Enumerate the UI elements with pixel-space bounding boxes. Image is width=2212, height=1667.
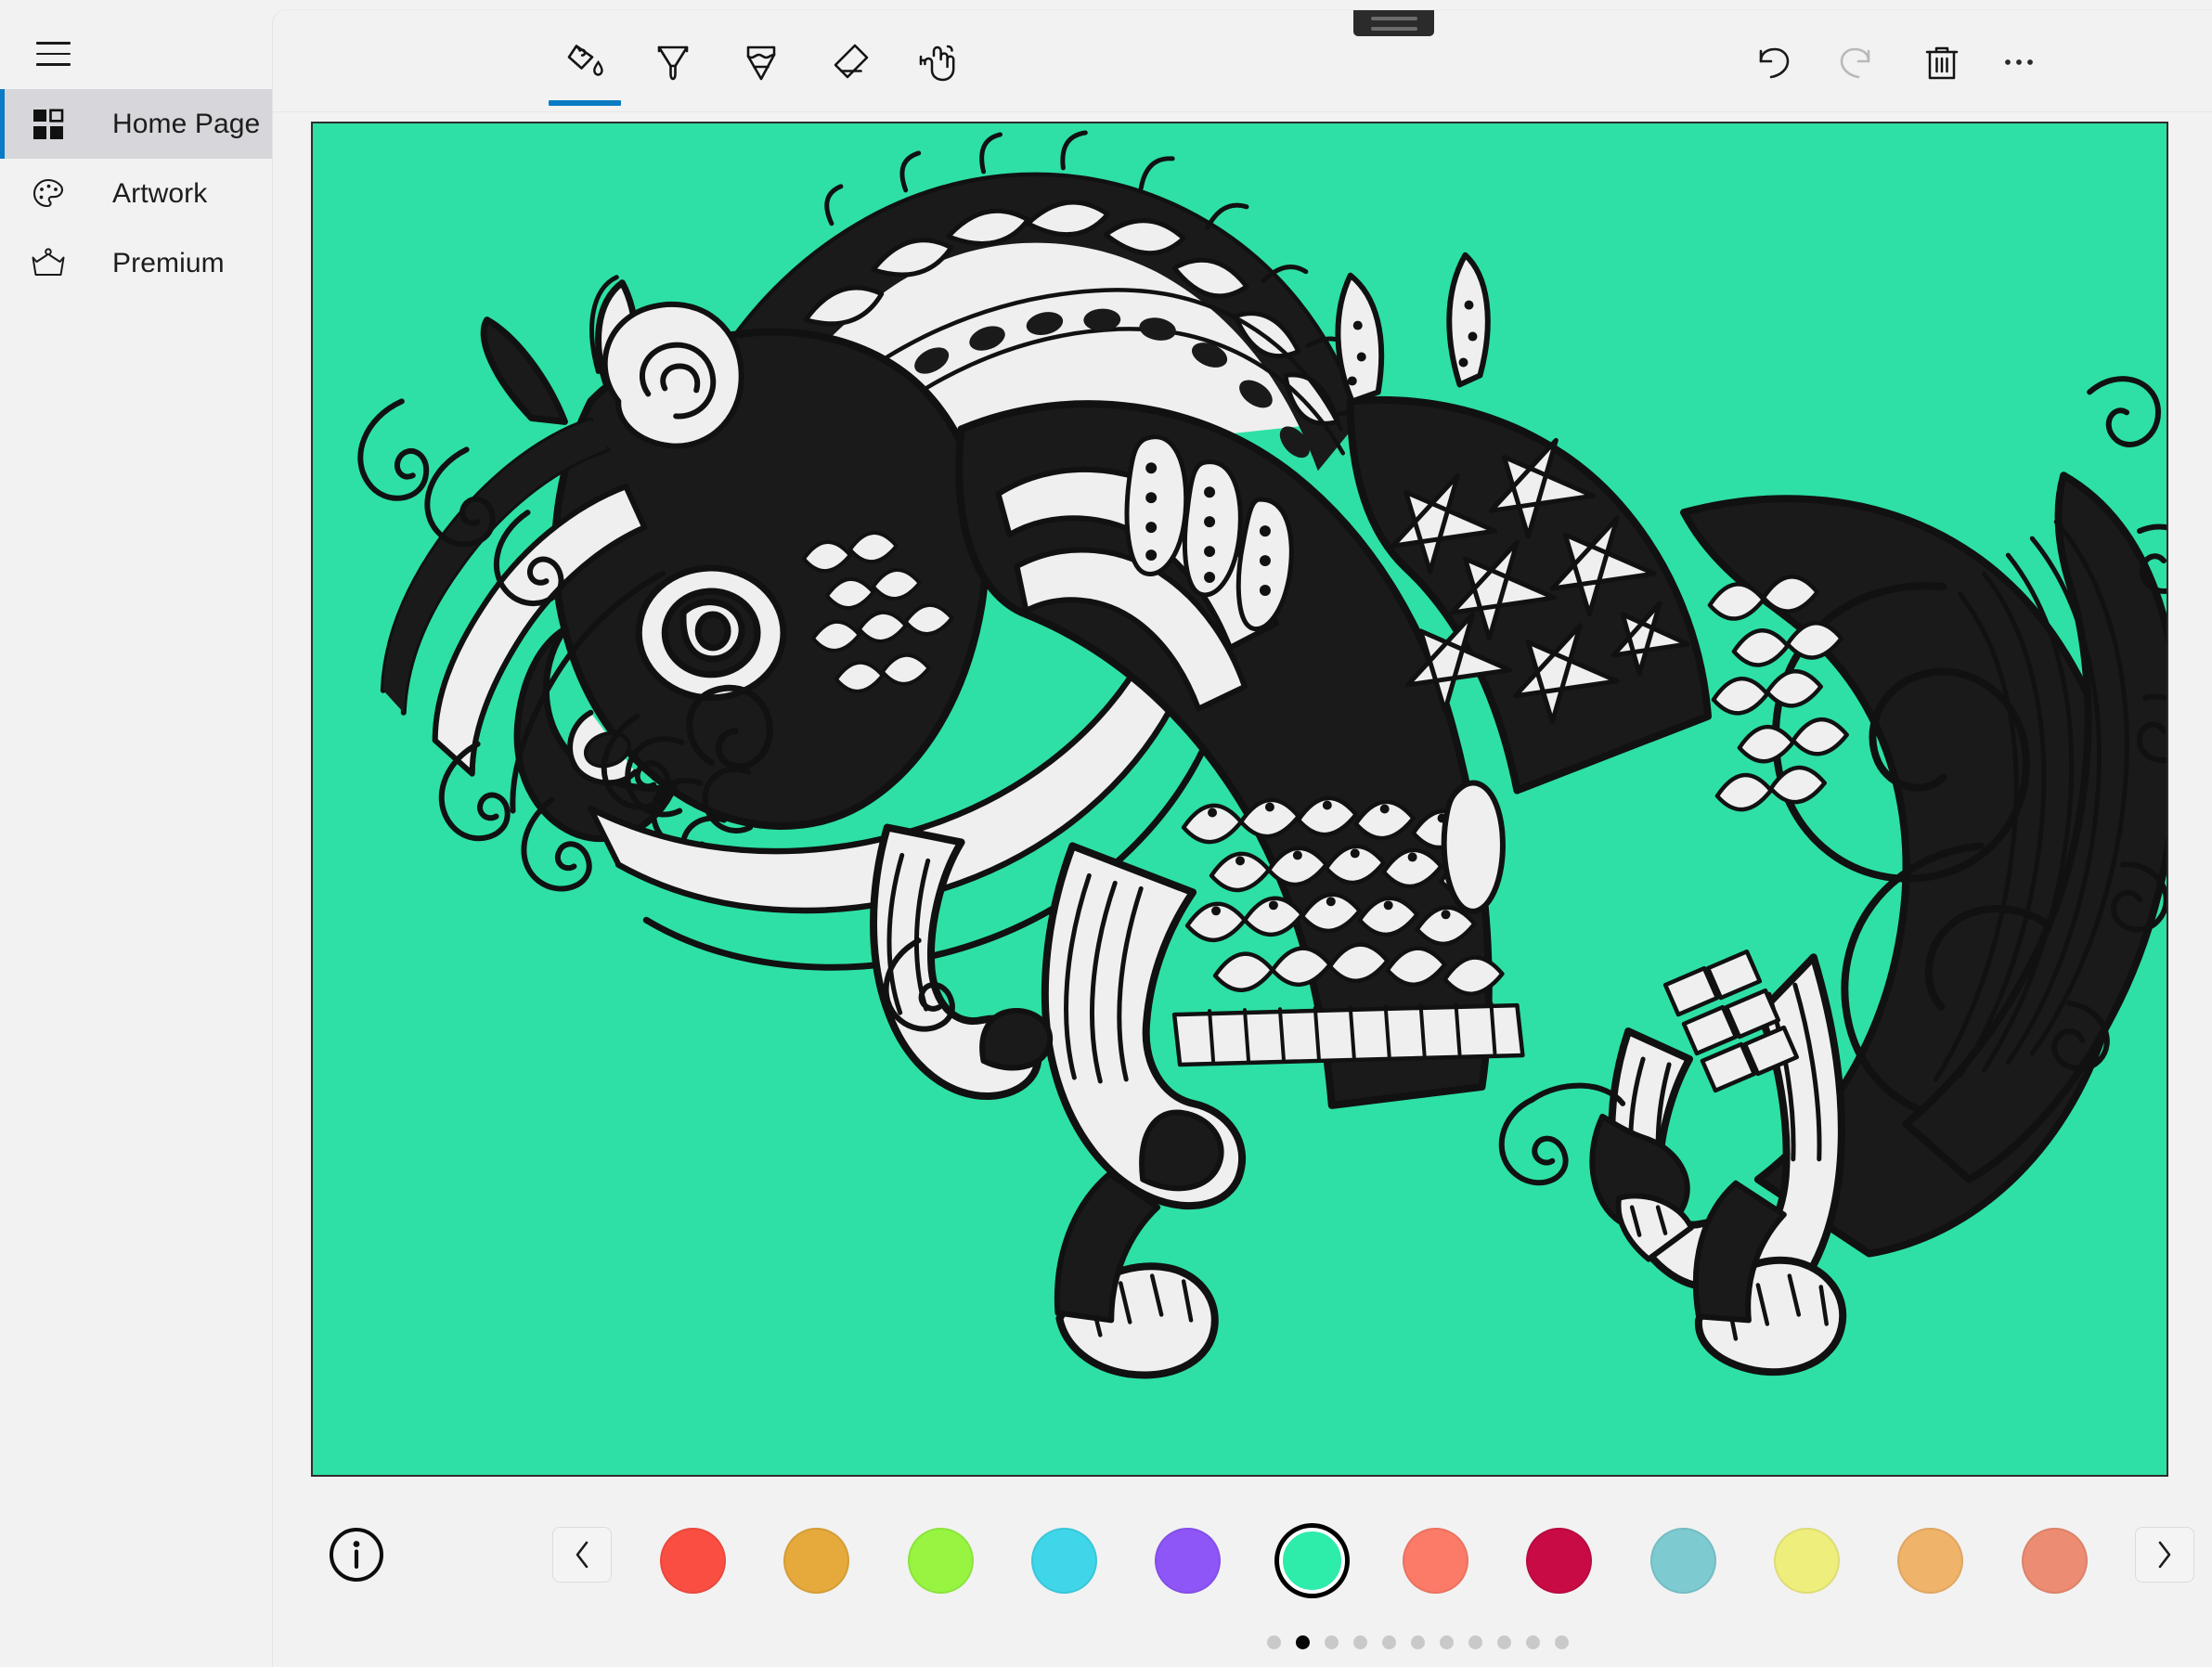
redo-button[interactable] <box>1823 29 1890 96</box>
swatch-circle[interactable] <box>783 1527 850 1594</box>
fill-bucket-tool[interactable] <box>549 29 621 106</box>
main-panel <box>272 9 2212 1667</box>
swatch-circle[interactable] <box>2021 1527 2088 1594</box>
pan-hand-tool[interactable] <box>904 29 971 96</box>
delete-button[interactable] <box>1908 29 1975 96</box>
info-circle-icon[interactable] <box>325 1523 388 1586</box>
color-swatch-spring-green[interactable] <box>1250 1514 1374 1607</box>
artwork-horse <box>313 123 2167 1475</box>
color-swatch-amber[interactable] <box>755 1514 878 1607</box>
pencil-tool[interactable] <box>728 29 795 96</box>
sidebar-item-home-page[interactable]: Home Page <box>0 89 272 159</box>
swatch-circle[interactable] <box>1774 1527 1841 1594</box>
swatch-circle[interactable] <box>907 1527 974 1594</box>
sidebar-item-label: Premium <box>112 247 225 278</box>
sidebar: Home Page Artwork Premium <box>0 0 272 1667</box>
swatch-circle[interactable] <box>1278 1527 1345 1594</box>
page-dot[interactable] <box>1267 1635 1281 1649</box>
more-button[interactable] <box>1986 29 2052 96</box>
chevron-left-icon[interactable] <box>552 1527 612 1583</box>
hamburger-menu-icon[interactable] <box>22 26 84 82</box>
page-dot[interactable] <box>1382 1635 1396 1649</box>
page-dot[interactable] <box>1325 1635 1339 1649</box>
window-drag-handle[interactable] <box>1353 10 1434 36</box>
color-swatch-salmon[interactable] <box>1374 1514 1497 1607</box>
swatch-circle[interactable] <box>1403 1527 1469 1594</box>
color-swatch-crimson[interactable] <box>1497 1514 1621 1607</box>
page-dot[interactable] <box>1440 1635 1454 1649</box>
bottom-bar <box>273 1493 2212 1667</box>
page-dot[interactable] <box>1411 1635 1425 1649</box>
palette-page-dots <box>1260 1635 1576 1649</box>
chevron-right-icon[interactable] <box>2135 1527 2194 1583</box>
eraser-tool[interactable] <box>816 29 883 96</box>
toolbar-divider <box>273 111 2212 112</box>
page-dot[interactable] <box>1526 1635 1540 1649</box>
marker-tool[interactable] <box>640 29 706 96</box>
active-accent-bar <box>0 89 5 159</box>
color-swatch-pale-yellow[interactable] <box>1745 1514 1869 1607</box>
coloring-canvas[interactable] <box>311 122 2168 1477</box>
page-dot[interactable] <box>1296 1635 1310 1649</box>
color-swatch-cyan[interactable] <box>1003 1514 1126 1607</box>
swatch-circle[interactable] <box>1649 1527 1716 1594</box>
swatch-circle[interactable] <box>1155 1527 1222 1594</box>
swatch-circle[interactable] <box>660 1527 727 1594</box>
swatch-circle[interactable] <box>1031 1527 1098 1594</box>
color-swatch-light-orange[interactable] <box>1869 1514 1992 1607</box>
crown-icon <box>22 247 74 279</box>
grid-dashboard-icon <box>22 108 74 140</box>
color-swatch-list <box>631 1514 2116 1607</box>
page-dot[interactable] <box>1497 1635 1511 1649</box>
color-swatch-teal[interactable] <box>1622 1514 1745 1607</box>
app-root: Home Page Artwork Premium <box>0 0 2212 1667</box>
sidebar-item-premium[interactable]: Premium <box>0 228 272 298</box>
color-swatch-lime[interactable] <box>879 1514 1003 1607</box>
swatch-circle[interactable] <box>1897 1527 1964 1594</box>
sidebar-item-label: Home Page <box>112 108 261 139</box>
color-swatch-violet[interactable] <box>1126 1514 1249 1607</box>
color-swatch-coral[interactable] <box>1993 1514 2116 1607</box>
undo-button[interactable] <box>1740 29 1806 96</box>
page-dot[interactable] <box>1468 1635 1482 1649</box>
swatch-circle[interactable] <box>1526 1527 1593 1594</box>
page-dot[interactable] <box>1555 1635 1569 1649</box>
sidebar-item-label: Artwork <box>112 177 208 209</box>
page-dot[interactable] <box>1353 1635 1367 1649</box>
palette-icon <box>22 177 74 211</box>
sidebar-item-artwork[interactable]: Artwork <box>0 159 272 228</box>
color-swatch-red[interactable] <box>631 1514 755 1607</box>
toolbar <box>273 10 2212 112</box>
